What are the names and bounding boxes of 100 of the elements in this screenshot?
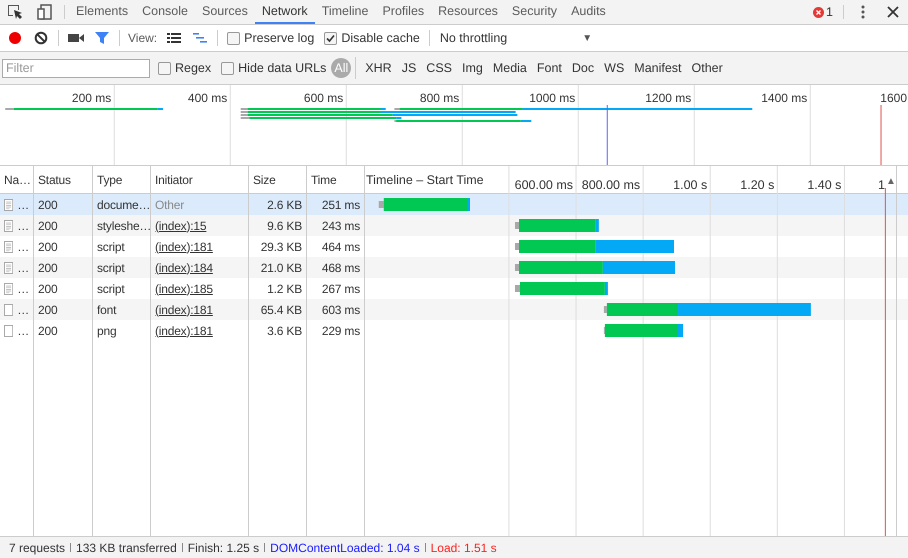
name-cell: …: [17, 302, 29, 316]
column-header[interactable]: Time: [307, 166, 365, 193]
tick-label: 800 ms: [420, 91, 460, 105]
document-icon: [4, 198, 14, 212]
device-icon[interactable]: [37, 4, 53, 20]
inspect-icon[interactable]: [7, 4, 23, 20]
checkbox-label[interactable]: Regex: [175, 61, 212, 75]
request-row[interactable]: … 200 styleshe… (index):15 9.6 KB 243 ms: [0, 215, 908, 236]
request-row[interactable]: … 200 docume… Other 2.6 KB 251 ms: [0, 194, 908, 215]
close-icon[interactable]: [885, 4, 901, 20]
column-header[interactable]: Na…: [0, 166, 34, 193]
name-cell: …: [17, 324, 29, 338]
checkbox-label[interactable]: Disable cache: [341, 31, 420, 45]
type-filter[interactable]: Manifest: [629, 59, 687, 77]
tick-label: 400 ms: [188, 91, 228, 105]
tick-label: 1: [878, 178, 885, 192]
type-filter[interactable]: Doc: [566, 59, 600, 77]
initiator-link[interactable]: (index):185: [155, 282, 213, 296]
document-icon: [4, 240, 14, 254]
type-filter[interactable]: Other: [686, 59, 728, 77]
tick-label: 1000 ms: [529, 91, 576, 105]
panel-tab[interactable]: Network: [254, 0, 315, 24]
table-cell: 200: [34, 257, 93, 278]
initiator-text: Other: [155, 198, 184, 212]
table-cell: 603 ms: [307, 299, 365, 320]
sort-indicator[interactable]: ▲: [886, 176, 896, 187]
status-text: DOMContentLoaded: 1.04 s: [269, 540, 421, 554]
table-cell: 65.4 KB: [249, 299, 307, 320]
type-filter[interactable]: CSS: [421, 59, 457, 77]
tick-label: 1600: [880, 91, 907, 105]
record-icon[interactable]: [8, 31, 22, 45]
tick-label: 1400 ms: [761, 91, 808, 105]
tick-label: 600 ms: [304, 91, 344, 105]
checkbox[interactable]: [158, 62, 171, 74]
column-header[interactable]: Size: [249, 166, 307, 193]
throttling-dropdown[interactable]: No throttling ▼: [434, 31, 598, 45]
column-header[interactable]: Initiator: [151, 166, 249, 193]
type-filter[interactable]: WS: [599, 59, 630, 77]
panel-tab[interactable]: Timeline: [314, 0, 376, 24]
panel-tab[interactable]: Audits: [564, 0, 613, 24]
status-text: Load: 1.51 s: [430, 540, 498, 554]
tick-label: 600.00 ms: [514, 178, 574, 192]
initiator-link[interactable]: (index):184: [155, 260, 213, 274]
table-cell: 200: [34, 299, 93, 320]
name-cell: …: [17, 240, 29, 254]
status-text: 7 requests: [8, 540, 66, 554]
checkbox-label[interactable]: Hide data URLs: [238, 61, 326, 75]
type-filter[interactable]: XHR: [360, 59, 397, 77]
table-cell: 21.0 KB: [249, 257, 307, 278]
table-cell: font: [93, 299, 151, 320]
checkbox[interactable]: [221, 62, 234, 74]
table-cell: 3.6 KB: [249, 320, 307, 341]
checkbox[interactable]: [324, 32, 338, 44]
event-marker-line: [606, 104, 608, 165]
column-header[interactable]: Status: [34, 166, 93, 193]
name-cell: …: [17, 198, 29, 212]
initiator-link[interactable]: (index):181: [155, 240, 213, 254]
tick-label: 200 ms: [72, 91, 112, 105]
table-cell: 200: [34, 320, 93, 341]
table-cell: 200: [34, 215, 93, 236]
table-cell: 229 ms: [307, 320, 365, 341]
initiator-link[interactable]: (index):181: [155, 302, 213, 316]
panel-tab[interactable]: Resources: [431, 0, 505, 24]
error-count: 1: [826, 5, 833, 19]
checkbox[interactable]: [227, 32, 240, 44]
tick-label: 1200 ms: [645, 91, 692, 105]
initiator-link[interactable]: (index):15: [155, 218, 206, 232]
tick-label: 800.00 ms: [582, 178, 640, 192]
table-cell: png: [93, 320, 151, 341]
table-cell: styleshe…: [93, 215, 151, 236]
checkbox-label[interactable]: Preserve log: [244, 31, 314, 45]
type-filter[interactable]: Img: [457, 59, 488, 77]
type-filter[interactable]: Font: [532, 59, 567, 77]
table-cell: 243 ms: [307, 215, 365, 236]
tick-label: 1.40 s: [807, 178, 842, 192]
checkmark-icon: [326, 34, 336, 42]
blank-file-icon: [4, 302, 14, 316]
status-text: Finish: 1.25 s: [186, 540, 260, 554]
initiator-link[interactable]: (index):181: [155, 324, 213, 338]
status-text: 133 KB transferred: [75, 540, 178, 554]
panel-tab[interactable]: Elements: [69, 0, 136, 24]
filter-field[interactable]: Filter: [2, 58, 150, 78]
table-cell: script: [93, 257, 151, 278]
event-marker-line: [880, 104, 882, 165]
table-cell: 468 ms: [307, 257, 365, 278]
tick-label: 1.00 s: [673, 178, 708, 192]
panel-tab[interactable]: Security: [504, 0, 564, 24]
document-icon: [4, 282, 14, 296]
name-cell: …: [17, 260, 29, 274]
panel-tab[interactable]: Profiles: [375, 0, 432, 24]
table-cell: 9.6 KB: [249, 215, 307, 236]
column-header[interactable]: Timeline – Start Time: [366, 173, 484, 187]
type-filter[interactable]: Media: [488, 59, 532, 77]
panel-tab[interactable]: Console: [135, 0, 195, 24]
type-filter[interactable]: JS: [396, 59, 422, 77]
column-header[interactable]: Type: [93, 166, 151, 193]
blank-file-icon: [4, 324, 14, 338]
error-icon: [813, 6, 824, 18]
panel-tab[interactable]: Sources: [194, 0, 255, 24]
document-icon: [4, 260, 14, 274]
